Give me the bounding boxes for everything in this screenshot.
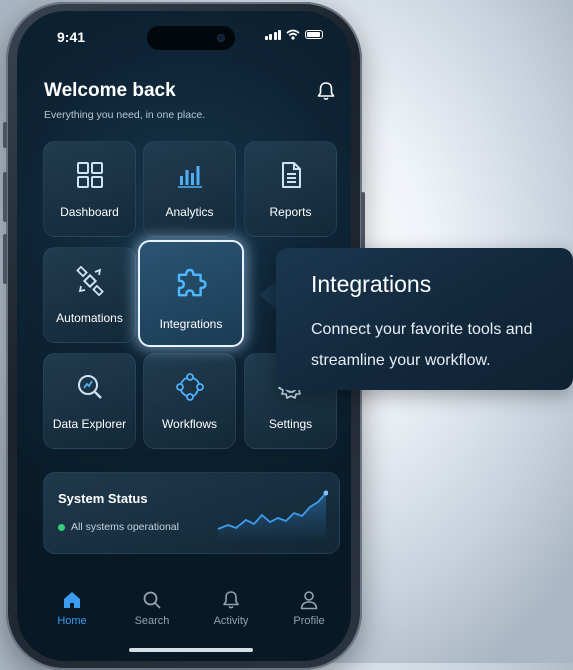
tab-label: Profile xyxy=(293,615,325,627)
system-status-message: All systems operational xyxy=(71,521,179,533)
tile-label: Automations xyxy=(56,311,123,325)
tile-label: Integrations xyxy=(159,317,223,331)
tab-profile[interactable]: Profile xyxy=(281,589,337,627)
system-status-card[interactable]: System Status All systems operational xyxy=(43,472,340,554)
person-icon xyxy=(300,591,318,610)
system-status-title: System Status xyxy=(58,491,148,506)
grid-icon xyxy=(76,162,103,188)
camera-icon xyxy=(217,34,225,42)
tile-label: Data Explorer xyxy=(52,417,127,431)
tab-label: Home xyxy=(57,615,87,627)
tab-activity[interactable]: Activity xyxy=(203,589,259,627)
callout-description: Connect your favorite tools and streamli… xyxy=(311,321,533,369)
tile-label: Workflows xyxy=(161,417,218,431)
volume-up-button xyxy=(3,172,7,222)
wifi-icon xyxy=(286,29,300,40)
page-subtitle: Everything you need, in one place. xyxy=(44,109,206,121)
bar-chart-icon xyxy=(177,166,202,188)
tile-automations[interactable]: Automations xyxy=(43,247,136,343)
system-icons xyxy=(264,29,323,40)
tab-home[interactable]: Home xyxy=(44,589,100,627)
tab-label: Activity xyxy=(213,615,249,627)
tile-reports[interactable]: Reports xyxy=(244,141,337,237)
tile-data-explorer[interactable]: Data Explorer xyxy=(43,353,136,449)
battery-icon xyxy=(305,30,323,39)
bell-icon xyxy=(223,591,239,609)
mute-switch xyxy=(3,122,7,148)
activity-sparkline xyxy=(217,490,328,541)
volume-down-button xyxy=(3,234,7,284)
workflow-icon xyxy=(175,373,204,401)
status-time: 9:41 xyxy=(57,29,86,45)
magnifier-chart-icon xyxy=(77,375,102,399)
integrations-callout: Integrations Connect your favorite tools… xyxy=(276,248,573,390)
tab-search[interactable]: Search xyxy=(124,589,180,627)
tab-label: Search xyxy=(134,615,170,627)
tile-analytics[interactable]: Analytics xyxy=(143,141,236,237)
tile-label: Reports xyxy=(269,205,312,219)
home-icon xyxy=(64,592,80,608)
signal-icon xyxy=(264,29,281,40)
satellite-icon xyxy=(75,266,104,296)
status-bar: 9:41 xyxy=(17,11,351,55)
home-indicator[interactable] xyxy=(129,648,253,652)
document-icon xyxy=(281,162,301,188)
tile-label: Dashboard xyxy=(60,205,119,219)
page-title: Welcome back xyxy=(44,80,176,101)
tile-integrations[interactable]: Integrations xyxy=(138,240,244,347)
callout-arrow xyxy=(259,280,277,310)
notifications-bell-icon[interactable] xyxy=(315,80,337,102)
tile-label: Analytics xyxy=(165,205,214,219)
callout-title: Integrations xyxy=(311,271,432,297)
puzzle-icon xyxy=(177,268,207,297)
search-icon xyxy=(143,591,161,609)
system-status-line: All systems operational xyxy=(58,521,179,533)
status-indicator-dot xyxy=(58,523,65,531)
tile-dashboard[interactable]: Dashboard xyxy=(43,141,136,237)
dynamic-island xyxy=(147,26,235,50)
tile-workflows[interactable]: Workflows xyxy=(143,353,236,449)
tile-label: Settings xyxy=(268,417,313,431)
